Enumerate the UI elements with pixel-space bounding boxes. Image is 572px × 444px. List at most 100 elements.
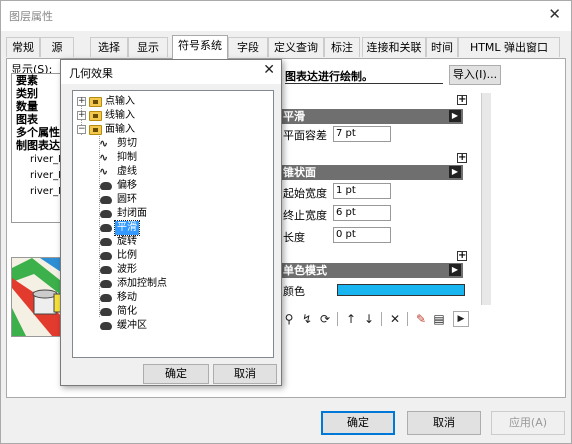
folder-icon bbox=[89, 111, 102, 121]
tab-general[interactable]: 常规 bbox=[6, 37, 40, 57]
folder-open-icon bbox=[89, 125, 102, 135]
move-up-icon[interactable]: ↑ bbox=[343, 311, 359, 327]
tree-node-label: 面输入 bbox=[105, 124, 135, 135]
collapse-minus-icon[interactable]: − bbox=[77, 125, 86, 134]
polygon-effect-icon bbox=[99, 251, 113, 261]
toolbar-separator bbox=[407, 312, 408, 326]
effect-label: 虚线 bbox=[117, 166, 137, 177]
polygon-effect-icon bbox=[99, 307, 113, 317]
play-icon[interactable]: ▶ bbox=[453, 311, 469, 327]
tree-node-label: 点输入 bbox=[105, 96, 135, 107]
effect-label: 缓冲区 bbox=[117, 320, 147, 331]
ok-button[interactable]: 确定 bbox=[321, 411, 395, 435]
to-width-input[interactable]: 6 pt bbox=[333, 205, 391, 221]
effect-label-selected: 平滑 bbox=[114, 220, 140, 236]
group-title-taper: 锥状面 bbox=[283, 166, 316, 179]
tab-definition-query[interactable]: 定义查询 bbox=[268, 37, 324, 57]
arrow-right-icon[interactable]: ▶ bbox=[449, 264, 461, 276]
apply-button[interactable]: 应用(A) bbox=[491, 411, 565, 435]
folder-icon bbox=[89, 97, 102, 107]
effect-label: 比例 bbox=[117, 250, 137, 261]
tab-strip: 常规 源 选择 显示 符号系统 字段 定义查询 标注 连接和关联 时间 HTML… bbox=[6, 35, 566, 59]
rotate-tool-icon[interactable]: ⟳ bbox=[317, 311, 333, 327]
brush-icon[interactable]: ✎ bbox=[413, 311, 429, 327]
effect-label: 简化 bbox=[117, 306, 137, 317]
toolbar-separator bbox=[381, 312, 382, 326]
from-width-input[interactable]: 1 pt bbox=[333, 183, 391, 199]
tab-source[interactable]: 源 bbox=[40, 37, 74, 57]
layers-icon[interactable]: ▤ bbox=[431, 311, 447, 327]
group-header-mono-mode[interactable]: 单色模式 ▶ bbox=[281, 263, 463, 278]
dialog-close-icon[interactable]: ✕ bbox=[263, 62, 275, 78]
polygon-effect-icon bbox=[99, 279, 113, 289]
tab-html-popup[interactable]: HTML 弹出窗口 bbox=[458, 37, 560, 57]
effect-label: 圆环 bbox=[117, 194, 137, 205]
length-input[interactable]: 0 pt bbox=[333, 227, 391, 243]
effects-tree: + 点输入 + 线输入 − 面输入 ∿ 剪切 ∿ 抑制 ∿ 虚线 偏移 圆环 封… bbox=[72, 90, 274, 358]
delete-icon[interactable]: ✕ bbox=[387, 311, 403, 327]
group-header-taper[interactable]: 锥状面 ▶ bbox=[281, 165, 463, 180]
group-title-smooth: 平滑 bbox=[283, 110, 305, 123]
tab-fields[interactable]: 字段 bbox=[228, 37, 268, 57]
effect-label: 添加控制点 bbox=[117, 278, 167, 289]
flat-tolerance-label: 平面容差 bbox=[283, 129, 327, 142]
to-width-label: 终止宽度 bbox=[283, 209, 327, 222]
tab-labels[interactable]: 标注 bbox=[324, 37, 360, 57]
polygon-effect-icon bbox=[99, 321, 113, 331]
color-swatch[interactable] bbox=[337, 284, 465, 296]
group-header-smooth[interactable]: 平滑 ▶ bbox=[281, 109, 463, 124]
dialog-title-bar: 几何效果 ✕ bbox=[61, 60, 281, 84]
move-tool-icon[interactable]: ↯ bbox=[299, 311, 315, 327]
dialog-title: 几何效果 bbox=[69, 67, 113, 80]
tab-time[interactable]: 时间 bbox=[426, 37, 458, 57]
group-title-mono-mode: 单色模式 bbox=[283, 264, 327, 277]
effect-label: 旋转 bbox=[117, 236, 137, 247]
line-effect-icon: ∿ bbox=[99, 137, 109, 150]
add-effect-icon[interactable]: + bbox=[457, 153, 467, 163]
effect-label: 剪切 bbox=[117, 138, 137, 149]
effect-label: 抑制 bbox=[117, 152, 137, 163]
dialog-ok-button[interactable]: 确定 bbox=[143, 364, 209, 384]
tree-node-label: 线输入 bbox=[105, 110, 135, 121]
dialog-cancel-button[interactable]: 取消 bbox=[213, 364, 277, 384]
effect-label: 偏移 bbox=[117, 180, 137, 191]
polygon-effect-icon bbox=[99, 181, 113, 191]
import-button[interactable]: 导入(I)... bbox=[449, 65, 501, 85]
representation-toolbar: ⚲ ↯ ⟳ ↑ ↓ ✕ ✎ ▤ ▶ bbox=[279, 311, 491, 329]
length-label: 长度 bbox=[283, 231, 305, 244]
tab-selection[interactable]: 选择 bbox=[90, 37, 128, 57]
tab-display[interactable]: 显示 bbox=[128, 37, 168, 57]
effect-label: 封闭面 bbox=[117, 208, 147, 219]
toolbar-separator bbox=[337, 312, 338, 326]
polygon-effect-icon bbox=[99, 223, 113, 233]
polygon-effect-icon bbox=[99, 293, 113, 303]
arrow-right-icon[interactable]: ▶ bbox=[449, 110, 461, 122]
tab-symbology[interactable]: 符号系统 bbox=[172, 35, 228, 59]
window-title: 图层属性 bbox=[9, 10, 53, 23]
close-icon[interactable]: ✕ bbox=[548, 5, 561, 23]
line-effect-icon: ∿ bbox=[99, 151, 109, 164]
polygon-effect-icon bbox=[99, 237, 113, 247]
title-bar: 图层属性 ✕ bbox=[1, 1, 571, 31]
expand-plus-icon[interactable]: + bbox=[77, 111, 86, 120]
add-layer-icon[interactable]: + bbox=[457, 251, 467, 261]
polygon-effect-icon bbox=[99, 209, 113, 219]
add-effect-icon[interactable]: + bbox=[457, 95, 467, 105]
polygon-effect-icon bbox=[99, 195, 113, 205]
arrow-right-icon[interactable]: ▶ bbox=[449, 166, 461, 178]
flat-tolerance-input[interactable]: 7 pt bbox=[333, 126, 391, 142]
tab-joins-relates[interactable]: 连接和关联 bbox=[362, 37, 426, 57]
geometric-effects-dialog: 几何效果 ✕ + 点输入 + 线输入 − 面输入 ∿ 剪切 ∿ 抑制 ∿ 虚线 … bbox=[60, 59, 282, 386]
from-width-label: 起始宽度 bbox=[283, 187, 327, 200]
color-label: 颜色 bbox=[283, 285, 305, 298]
properties-scrollbar[interactable] bbox=[481, 93, 491, 305]
vertex-tool-icon[interactable]: ⚲ bbox=[281, 311, 297, 327]
polygon-effect-icon bbox=[99, 265, 113, 275]
effect-label: 移动 bbox=[117, 292, 137, 303]
move-down-icon[interactable]: ↓ bbox=[361, 311, 377, 327]
representation-description: 图表达进行绘制。 bbox=[285, 70, 373, 83]
line-effect-icon: ∿ bbox=[99, 165, 109, 178]
cancel-button[interactable]: 取消 bbox=[407, 411, 481, 435]
expand-plus-icon[interactable]: + bbox=[77, 97, 86, 106]
description-underline bbox=[285, 83, 443, 84]
